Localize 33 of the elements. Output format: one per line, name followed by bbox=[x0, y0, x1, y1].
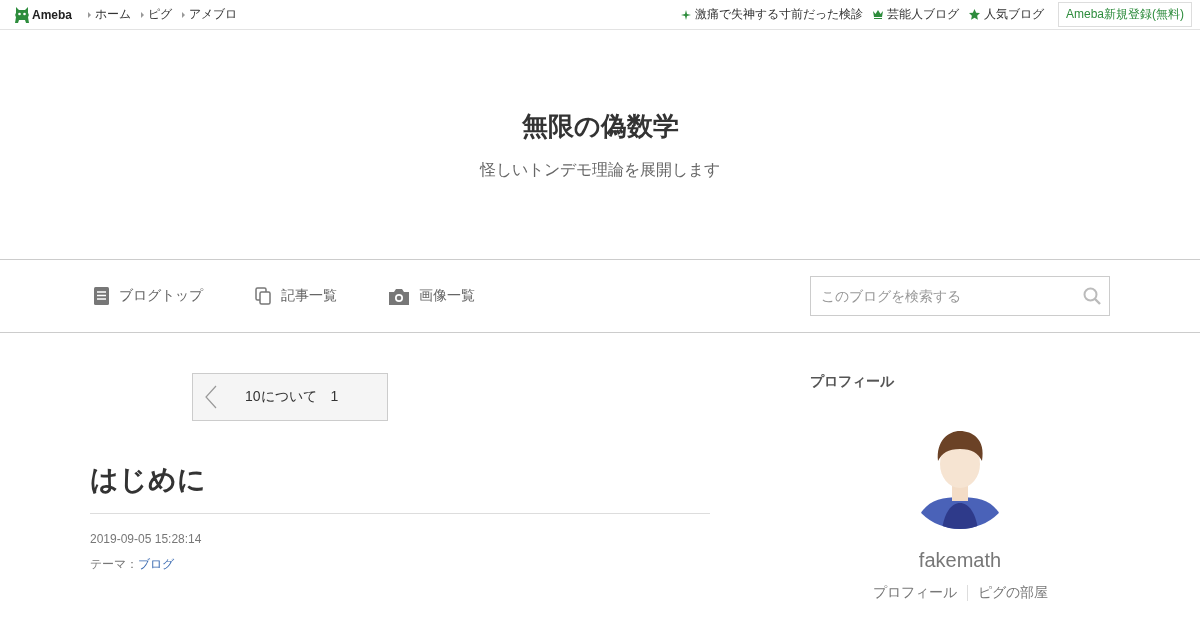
nav-link[interactable]: 画像一覧 bbox=[419, 287, 475, 305]
triangle-icon bbox=[182, 11, 185, 18]
camera-icon bbox=[389, 287, 409, 305]
copy-icon bbox=[255, 287, 271, 305]
article-date: 2019-09-05 15:28:14 bbox=[90, 532, 203, 546]
sparkle-icon bbox=[681, 9, 691, 20]
ameba-logo[interactable]: Ameba bbox=[14, 5, 72, 24]
signup-button[interactable]: Ameba新規登録(無料) bbox=[1058, 2, 1192, 27]
blog-title[interactable]: 無限の偽数学 bbox=[521, 108, 679, 144]
theme-label: テーマ： bbox=[90, 557, 138, 571]
document-icon bbox=[94, 287, 109, 305]
profile-heading: プロフィール bbox=[810, 373, 894, 391]
triangle-icon bbox=[141, 11, 144, 18]
profile-link[interactable]: プロフィール bbox=[872, 584, 957, 602]
blog-subtitle: 怪しいトンデモ理論を展開します bbox=[480, 159, 720, 180]
triangle-icon bbox=[88, 11, 91, 18]
header-link[interactable]: ピグ bbox=[148, 6, 172, 23]
profile-link[interactable]: ピグの部屋 bbox=[977, 584, 1048, 602]
star-icon bbox=[969, 9, 980, 20]
chevron-left-icon bbox=[205, 385, 217, 409]
header-link[interactable]: 人気ブログ bbox=[984, 6, 1044, 23]
header-link[interactable]: ホーム bbox=[95, 6, 131, 23]
header-link[interactable]: 芸能人ブログ bbox=[887, 6, 959, 23]
pager-button[interactable]: 10について 1 bbox=[192, 373, 388, 421]
profile-name[interactable]: fakemath bbox=[918, 549, 1002, 572]
crown-icon bbox=[873, 10, 883, 19]
nav-link[interactable]: 記事一覧 bbox=[281, 287, 337, 305]
search-field[interactable]: このブログを検索する bbox=[810, 276, 1110, 316]
nav-link[interactable]: ブログトップ bbox=[119, 287, 203, 305]
header-link[interactable]: アメブロ bbox=[189, 6, 237, 23]
header-link[interactable]: 激痛で失神する寸前だった検診 bbox=[695, 6, 863, 23]
article-title[interactable]: はじめに bbox=[90, 461, 710, 499]
theme-link[interactable]: ブログ bbox=[138, 557, 174, 571]
